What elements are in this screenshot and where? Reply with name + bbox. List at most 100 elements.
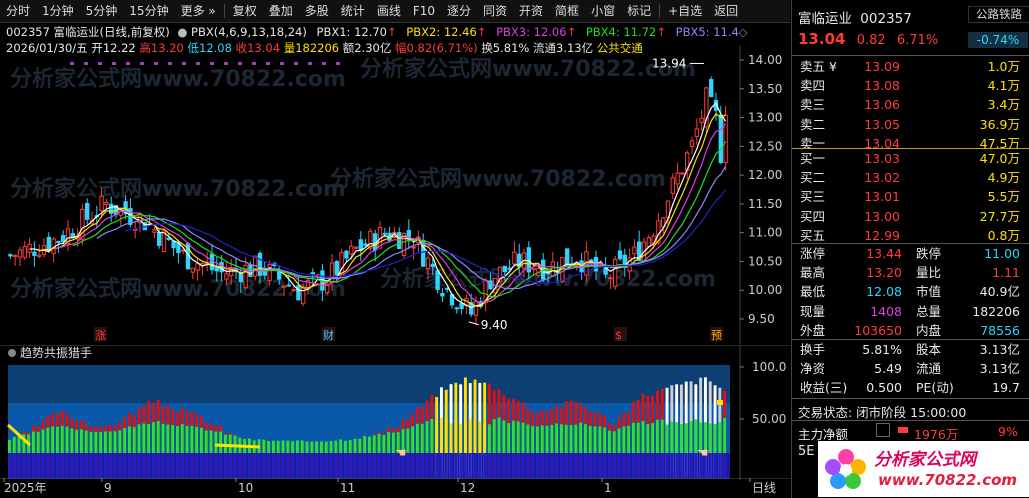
indicator-base-bar [632, 453, 635, 478]
bids-row[interactable]: 买三 13.01 5.5万 [792, 187, 1029, 206]
indicator-base-bar [636, 453, 640, 478]
toolbar-button-11[interactable]: 逐分 [441, 0, 477, 22]
toolbar-button-4[interactable]: 更多 » [175, 0, 222, 22]
indicator-base-bar [680, 453, 683, 478]
indicator-base-bar [358, 453, 362, 478]
indicator-base-bar [113, 453, 117, 478]
candle-body [459, 302, 464, 310]
indicator-base-bar [627, 453, 631, 478]
y-tick-label: 12.50 [748, 139, 782, 153]
toolbar-button-15[interactable]: 小窗 [585, 0, 621, 22]
sub-tick-label: 50.00 [752, 412, 786, 426]
event-mark-label[interactable]: $ [615, 329, 622, 342]
indicator-bar-inner [195, 426, 199, 453]
bids-row[interactable]: 买四 13.00 27.7万 [792, 207, 1029, 226]
bids-volume: 5.5万 [987, 189, 1020, 205]
indicator-info-line: 002357 富临运业(日线,前复权) ● PBX(4,6,9,13,18,24… [6, 24, 748, 40]
asks-row[interactable]: 卖五 ¥ 13.09 1.0万 [792, 57, 1029, 76]
y-tick-label: 13.50 [748, 82, 782, 96]
toolbar-button-1[interactable]: 1分钟 [36, 0, 80, 22]
signal-dot [308, 62, 312, 65]
high-price-label: 13.94 [652, 56, 686, 70]
indicator-base-bar [195, 453, 199, 478]
toolbar-button-8[interactable]: 统计 [335, 0, 371, 22]
watermark-text: 分析家公式网www.70822.com [10, 176, 346, 202]
main-flow-label: 主力净额 [798, 427, 849, 442]
indicator-bar-inner [190, 425, 194, 453]
indicator-bar-inner [521, 422, 525, 453]
indicator-base-bar [502, 453, 506, 478]
indicator-base-bar [416, 453, 419, 478]
event-mark-label[interactable]: 涨 [95, 329, 106, 342]
candle-body [689, 140, 695, 147]
indicator-panel[interactable]: 趋势共振猎手 100.0 50.00 ☚ ☚ [0, 345, 790, 480]
indicator-bar-inner [32, 431, 35, 453]
toolbar-button-6[interactable]: 叠加 [263, 0, 299, 22]
event-mark-label[interactable]: 预 [711, 329, 722, 342]
indicator-name[interactable]: PBX(4,6,9,13,18,24) [191, 25, 307, 39]
candle-body [238, 272, 243, 283]
toolbar-button-13[interactable]: 开资 [513, 0, 549, 22]
sector-tag[interactable]: 公路铁路 [968, 6, 1029, 23]
signal-dot [70, 62, 74, 65]
stat2-v1: 5.81% [862, 342, 902, 357]
flow-checkbox[interactable] [876, 423, 890, 437]
bids-row[interactable]: 买一 13.03 47.0万 [792, 149, 1029, 168]
settings-dot-icon[interactable]: ● [177, 25, 187, 39]
toolbar-button-18[interactable]: 返回 [708, 0, 744, 22]
toolbar-button-7[interactable]: 多股 [299, 0, 335, 22]
indicator-base-bar [353, 453, 357, 478]
x-tick-label[interactable]: 日线 [752, 481, 776, 495]
indicator-base-bar [684, 453, 688, 478]
indicator-base-bar [363, 453, 367, 478]
indicator-bar-inner [488, 424, 491, 453]
signal-dot [210, 62, 214, 65]
toolbar-button-9[interactable]: 画线 [371, 0, 407, 22]
indicator-base-bar [65, 453, 69, 478]
indicator-base-bar [516, 453, 520, 478]
stat2-v1: 5.49 [874, 361, 902, 377]
indicator-bar-inner [464, 424, 467, 453]
panel-menu-icon[interactable] [8, 349, 16, 357]
toolbar-button-10[interactable]: F10 [407, 0, 441, 22]
indicator-base-bar [603, 453, 607, 478]
toolbar-button-0[interactable]: 分时 [0, 0, 36, 22]
stat-l1: 最低 [800, 284, 826, 300]
indicator-base-bar [305, 453, 309, 478]
toolbar-button-5[interactable]: 复权 [227, 0, 263, 22]
indicator-base-bar [454, 453, 458, 478]
indicator-base-bar [459, 453, 463, 478]
stat-l2: 总量 [916, 303, 942, 319]
toolbar-button-12[interactable]: 同资 [477, 0, 513, 22]
stat2-row: 净资 5.49 流通 3.13亿 [792, 359, 1029, 378]
event-mark-label[interactable]: 财 [323, 328, 334, 342]
indicator-base-bar [180, 453, 184, 478]
indicator-base-bar [430, 453, 434, 478]
toolbar-button-3[interactable]: 15分钟 [123, 0, 174, 22]
signal-dot [182, 62, 186, 65]
y-tick-label: 9.50 [748, 312, 775, 326]
asks-row[interactable]: 卖二 13.05 36.9万 [792, 115, 1029, 134]
stat-l1: 现量 [800, 303, 826, 319]
y-tick-label: 10.00 [748, 283, 782, 297]
indicator-base-bar [12, 453, 16, 478]
asks-row[interactable]: 卖四 13.08 4.1万 [792, 76, 1029, 95]
y-tick-label: 11.50 [748, 197, 782, 211]
toolbar-button-2[interactable]: 5分钟 [80, 0, 124, 22]
bids-price: 13.03 [864, 151, 900, 166]
indicator-bar-inner [550, 424, 554, 453]
indicator-base-bar [718, 453, 722, 478]
indicator-base-bar [440, 453, 443, 478]
indicator-bar-inner [152, 422, 155, 453]
indicator-base-bar [334, 453, 338, 478]
toolbar-button-16[interactable]: 标记 [621, 0, 657, 22]
candle-body [17, 249, 23, 258]
bids-row[interactable]: 买五 12.99 0.8万 [792, 226, 1029, 245]
asks-row[interactable]: 卖三 13.06 3.4万 [792, 95, 1029, 114]
expand-diamond-icon[interactable]: ◇ [739, 25, 748, 39]
toolbar-button-14[interactable]: 简框 [549, 0, 585, 22]
indicator-bar-inner [99, 432, 103, 453]
toolbar-button-17[interactable]: +自选 [662, 0, 708, 22]
candlestick-chart[interactable]: 14.00 13.50 13.00 12.50 12.00 11.50 11.00 10.50… [0, 46, 790, 344]
bids-row[interactable]: 买二 13.02 4.9万 [792, 168, 1029, 187]
